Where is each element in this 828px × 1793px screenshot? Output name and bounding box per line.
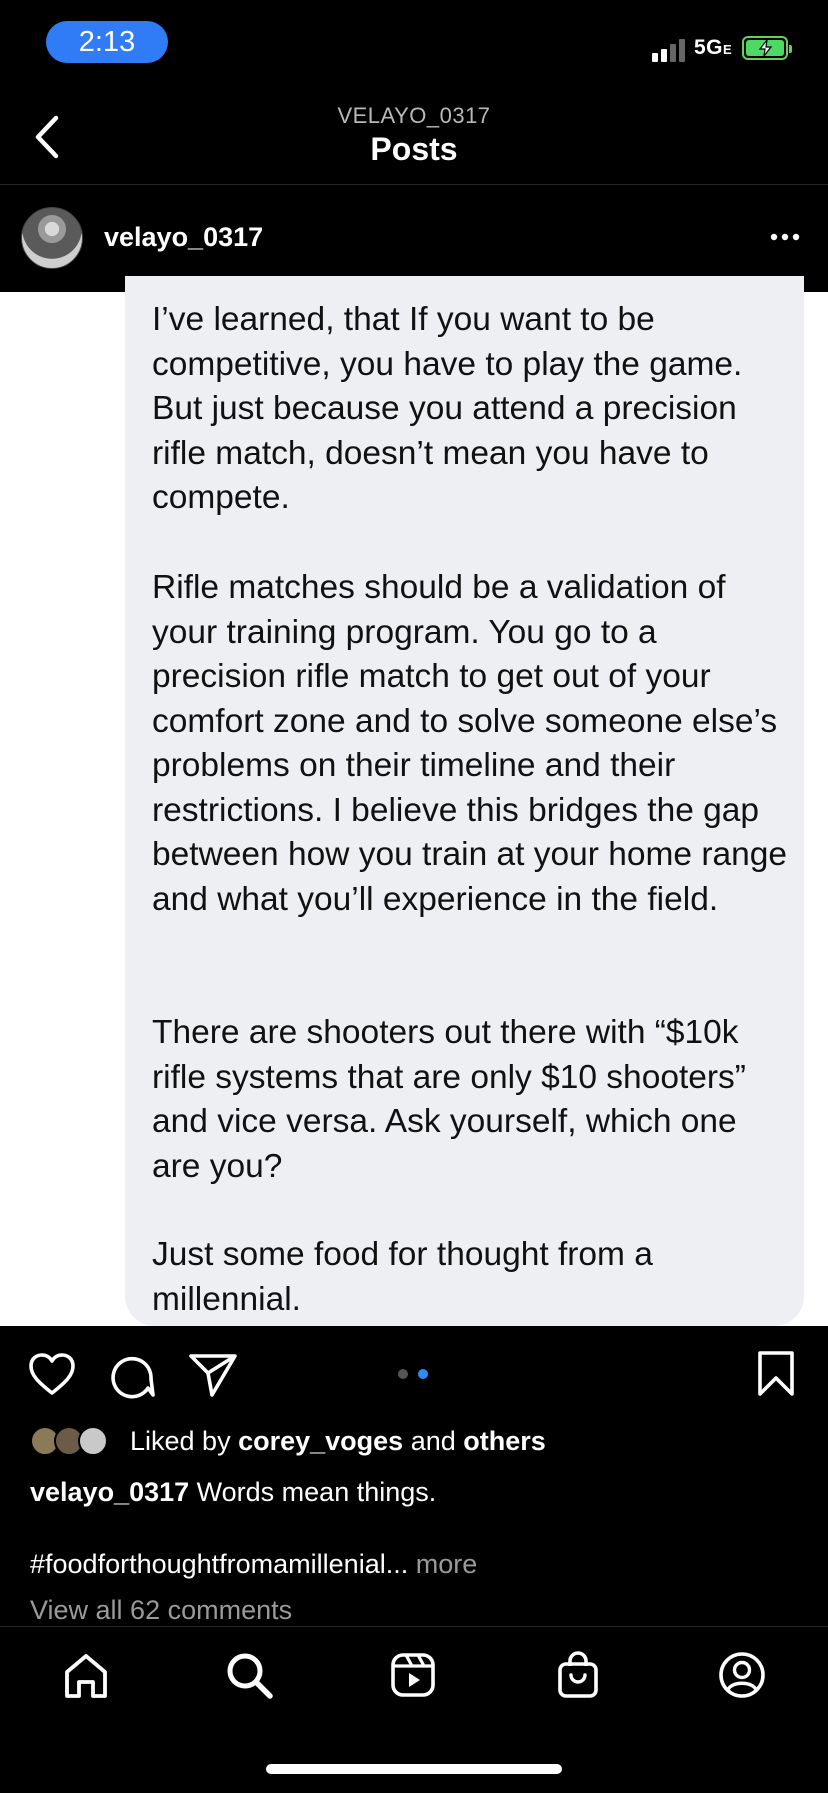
status-time: 2:13 [46,21,168,63]
post-paragraph-2: Rifle matches should be a validation of … [152,569,788,918]
header-username: VELAYO_0317 [337,103,491,128]
page-title: Posts [370,131,458,167]
author-username[interactable]: velayo_0317 [104,222,263,253]
battery-icon [742,36,792,60]
carousel-indicator [398,1369,428,1379]
signal-strength-icon [652,38,692,62]
home-indicator [266,1764,562,1774]
like-heart-icon[interactable] [28,1352,76,1396]
network-type: 5GE [694,36,733,59]
post-paragraph-1: I’ve learned, that If you want to be com… [152,301,743,516]
more-options-icon[interactable] [768,220,802,254]
home-icon[interactable] [62,1652,110,1700]
post-paragraph-4: Just some food for thought from a millen… [152,1236,653,1318]
bookmark-icon[interactable] [756,1350,796,1398]
liked-by-avatars[interactable] [30,1426,120,1458]
view-all-comments-link[interactable]: View all 62 comments [30,1595,292,1626]
caption-username[interactable]: velayo_0317 [30,1477,189,1507]
profile-icon[interactable] [717,1650,767,1700]
header-divider [0,184,828,185]
caption-more-link[interactable]: more [416,1549,478,1579]
search-icon[interactable] [224,1650,274,1700]
comment-icon[interactable] [108,1352,156,1400]
caption-hashtag[interactable]: #foodforthoughtfromamillenial... more [30,1549,477,1580]
post-caption: velayo_0317 Words mean things. [30,1477,437,1507]
shop-icon[interactable] [554,1650,602,1700]
author-avatar[interactable] [21,207,83,269]
reels-icon[interactable] [389,1651,437,1699]
post-paragraph-3: There are shooters out there with “$10k … [152,1014,746,1185]
share-send-icon[interactable] [188,1352,238,1398]
liked-by-text[interactable]: Liked by corey_voges and others [130,1426,546,1457]
